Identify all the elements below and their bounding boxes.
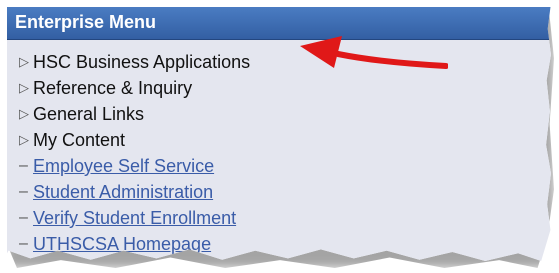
folder-reference-inquiry[interactable]: ▷ Reference & Inquiry xyxy=(19,76,192,100)
folder-hsc-business-applications[interactable]: ▷ HSC Business Applications xyxy=(19,50,250,74)
menu-list: ▷ HSC Business Applications ▷ Reference & … xyxy=(7,40,551,261)
menu-title: Enterprise Menu xyxy=(15,12,157,32)
annotation-arrow-icon xyxy=(300,36,448,69)
dash-icon: – xyxy=(19,209,28,226)
dash-icon: – xyxy=(19,183,28,200)
link-student-administration[interactable]: – Student Administration xyxy=(19,180,213,204)
folder-label: Reference & Inquiry xyxy=(33,78,193,98)
link-employee-self-service[interactable]: – Employee Self Service xyxy=(19,154,214,178)
folder-my-content[interactable]: ▷ My Content xyxy=(19,128,125,152)
triangle-right-icon: ▷ xyxy=(19,132,29,147)
folder-general-links[interactable]: ▷ General Links xyxy=(19,102,144,126)
triangle-right-icon: ▷ xyxy=(19,54,29,69)
folder-label: General Links xyxy=(33,104,145,124)
link-label[interactable]: Verify Student Enrollment xyxy=(33,208,236,228)
link-verify-student-enrollment[interactable]: – Verify Student Enrollment xyxy=(19,206,236,230)
folder-label: HSC Business Applications xyxy=(33,52,251,72)
dash-icon: – xyxy=(19,235,28,252)
triangle-right-icon: ▷ xyxy=(19,106,29,121)
link-label[interactable]: Student Administration xyxy=(33,182,213,202)
triangle-right-icon: ▷ xyxy=(19,80,29,95)
enterprise-menu-panel: Enterprise Menu ▷ HSC Business Applicatio… xyxy=(3,3,551,261)
link-label[interactable]: Employee Self Service xyxy=(33,156,214,176)
folder-label: My Content xyxy=(33,130,126,150)
menu-header: Enterprise Menu xyxy=(7,7,551,40)
dash-icon: – xyxy=(19,157,28,174)
